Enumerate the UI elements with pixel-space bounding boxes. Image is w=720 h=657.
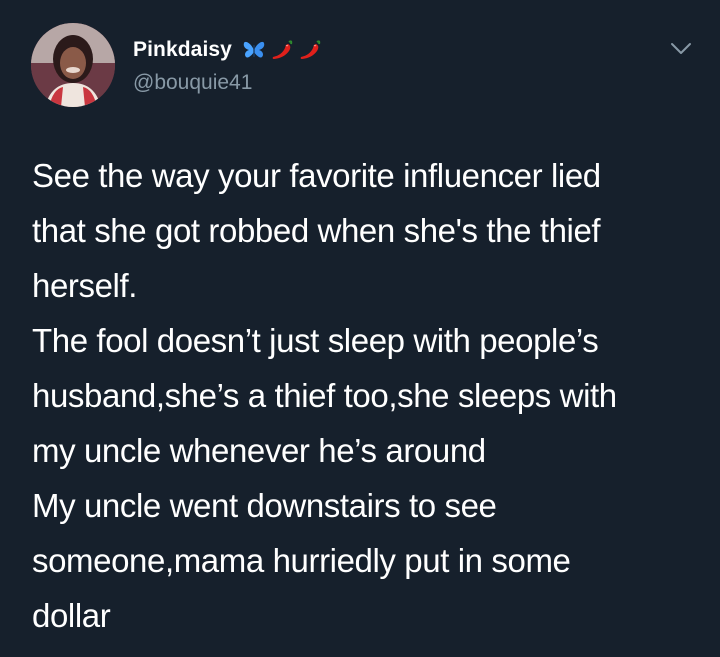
butterfly-emoji-icon xyxy=(243,41,265,58)
tweet-text-line: The fool doesn’t just sleep with people’… xyxy=(32,322,599,359)
chili-pepper-icon xyxy=(300,40,321,59)
author-name-row: Pinkdaisy xyxy=(133,38,322,62)
avatar-photo xyxy=(31,23,115,107)
name-emojis xyxy=(242,38,322,62)
tweet-text-line: dollar xyxy=(32,597,111,634)
chevron-down-icon[interactable] xyxy=(669,38,693,58)
avatar[interactable] xyxy=(31,23,115,107)
tweet-card: Pinkdaisy @bouquie41 See the way your fa… xyxy=(0,0,720,657)
display-name[interactable]: Pinkdaisy xyxy=(133,38,232,62)
tweet-text-line: See the way your favorite influencer lie… xyxy=(32,157,601,194)
tweet-text-line: my uncle whenever he’s around xyxy=(32,432,486,469)
tweet-text-line: someone,mama hurriedly put in some xyxy=(32,542,571,579)
tweet-text-line: My uncle went downstairs to see xyxy=(32,487,497,524)
tweet-text-line: herself. xyxy=(32,267,138,304)
tweet-text-line: husband,she’s a thief too,she sleeps wit… xyxy=(32,377,617,414)
chili-pepper-icon xyxy=(272,40,293,59)
user-handle[interactable]: @bouquie41 xyxy=(133,71,252,95)
tweet-text-line: that she got robbed when she's the thief xyxy=(32,212,601,249)
tweet-text: See the way your favorite influencer lie… xyxy=(32,148,702,643)
